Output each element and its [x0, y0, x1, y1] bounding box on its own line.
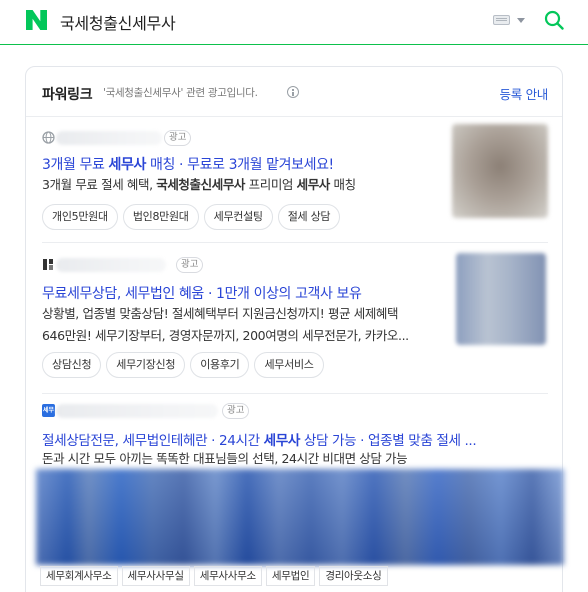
- chip[interactable]: 개인5만원대: [42, 204, 118, 230]
- ad-chips: 개인5만원대 법인8만원대 세무컨설팅 절세 상담: [42, 204, 341, 230]
- ad-item-1: 광고 3개월 무료 세무사 매칭 · 무료로 3개월 맡겨보세요! 3개월 무료…: [42, 124, 548, 243]
- keyboard-icon[interactable]: [493, 15, 510, 25]
- ad-badge: 광고: [176, 257, 204, 273]
- ad-thumbnail[interactable]: [456, 253, 546, 345]
- ad-title[interactable]: 절세상담전문, 세무법인테헤란 · 24시간 세무사 상담 가능 · 업종별 맞…: [42, 429, 477, 449]
- tag[interactable]: 세무사사무소: [193, 566, 262, 586]
- tag[interactable]: 세무회계사무소: [40, 566, 118, 586]
- ad-banner-image[interactable]: [36, 469, 564, 565]
- search-query[interactable]: 국세청출신세무사: [60, 10, 176, 34]
- tag[interactable]: 세무법인: [265, 566, 316, 586]
- ad-badge: 광고: [164, 130, 192, 146]
- ad-chips: 상담신청 세무기장신청 이용후기 세무서비스: [42, 352, 324, 378]
- ad-title[interactable]: 3개월 무료 세무사 매칭 · 무료로 3개월 맡겨보세요!: [42, 154, 334, 174]
- panel-header: 파워링크 '국세청출신세무사' 관련 광고입니다. 등록 안내: [26, 67, 562, 117]
- chip[interactable]: 상담신청: [42, 352, 102, 378]
- chip[interactable]: 세무기장신청: [106, 352, 186, 378]
- info-icon[interactable]: [287, 86, 299, 98]
- caret-down-icon[interactable]: [517, 18, 525, 23]
- ad-source[interactable]: [42, 257, 192, 273]
- ad-badge: 광고: [222, 403, 250, 419]
- chip[interactable]: 절세 상담: [277, 204, 341, 230]
- ad-thumbnail[interactable]: [452, 124, 548, 218]
- ad-title[interactable]: 무료세무상담, 세무법인 혜움 · 1만개 이상의 고객사 보유: [42, 283, 362, 303]
- panel-title: 파워링크: [42, 87, 93, 103]
- chip[interactable]: 세무서비스: [254, 352, 324, 378]
- ad-description: 상황별, 업종별 맞춤상담! 절세혜택부터 지원금신청까지! 평균 세제혜택 6…: [42, 306, 409, 343]
- naver-logo-icon[interactable]: [26, 10, 47, 30]
- favicon-icon: 세무: [42, 404, 55, 417]
- brand-icon: [43, 259, 53, 270]
- blurred-url: [56, 258, 166, 272]
- chip[interactable]: 이용후기: [190, 352, 250, 378]
- blurred-url: [56, 131, 162, 145]
- panel-note: '국세청출신세무사' 관련 광고입니다.: [103, 87, 258, 99]
- ad-description: 돈과 시간 모두 아끼는 똑똑한 대표님들의 선택, 24시간 비대면 상담 가…: [42, 451, 408, 466]
- tag[interactable]: 경리아웃소싱: [319, 566, 388, 586]
- blurred-url: [56, 404, 218, 418]
- chip[interactable]: 법인8만원대: [122, 204, 199, 230]
- search-icon[interactable]: [544, 10, 564, 30]
- ad-item-2: 광고 무료세무상담, 세무법인 혜움 · 1만개 이상의 고객사 보유 상황별,…: [42, 249, 548, 394]
- tag[interactable]: 세무사사무실: [121, 566, 190, 586]
- ad-description: 3개월 무료 절세 혜택, 국세청출신세무사 프리미엄 세무사 매칭: [42, 177, 356, 192]
- chip[interactable]: 세무컨설팅: [203, 204, 273, 230]
- ad-source[interactable]: 세무: [42, 403, 222, 419]
- search-header: 국세청출신세무사: [0, 0, 588, 45]
- register-link[interactable]: 등록 안내: [500, 84, 549, 103]
- ad-tags: 세무회계사무소 세무사사무실 세무사사무소 세무법인 경리아웃소싱: [40, 566, 388, 586]
- globe-icon: [42, 131, 55, 144]
